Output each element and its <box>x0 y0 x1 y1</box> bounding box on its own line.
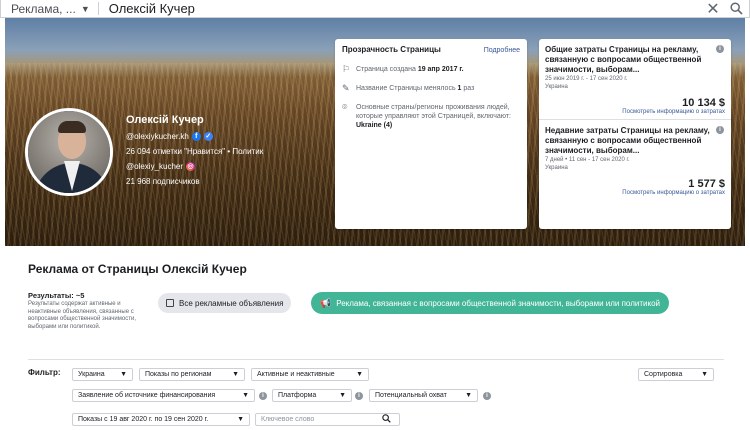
results-count: Результаты: ~5 <box>28 291 85 300</box>
recent-spend-block: Недавние затраты Страницы на рекламу, св… <box>539 119 731 200</box>
total-spend-title: Общие затраты Страницы на рекламу, связа… <box>545 45 702 74</box>
chevron-down-icon: ▼ <box>80 3 90 14</box>
total-spend-block: Общие затраты Страницы на рекламу, связа… <box>539 39 731 119</box>
created-date: 19 апр 2017 г. <box>417 66 464 73</box>
filters-divider <box>28 359 724 360</box>
name-change-row: ✎ Название Страницы менялось 1 раз <box>342 83 475 93</box>
tab-political-ads-label: Реклама, связанная с вопросами обществен… <box>336 298 660 308</box>
tab-political-ads[interactable]: 📢 Реклама, связанная с вопросами обществ… <box>311 292 669 314</box>
total-spend-region: Украина <box>545 84 568 90</box>
info-icon[interactable]: i <box>483 392 491 400</box>
disclaimer-dropdown[interactable]: Заявление об источнике финансирования ▼ <box>72 389 255 402</box>
chevron-down-icon: ▼ <box>237 416 244 423</box>
verified-badge-icon: ✓ <box>203 132 213 141</box>
platform-dropdown[interactable]: Платформа ▼ <box>272 389 352 402</box>
page-name: Олексій Кучер <box>126 114 204 126</box>
megaphone-icon: 📢 <box>320 297 332 308</box>
info-icon[interactable]: i <box>259 392 267 400</box>
instagram-icon: ◎ <box>186 162 196 171</box>
page-likes-category: 26 094 отметки "Нравится" • Политик <box>126 147 264 156</box>
facebook-icon: f <box>191 132 201 141</box>
recent-spend-amount: 1 577 $ <box>688 178 725 190</box>
chevron-down-icon: ▼ <box>232 371 239 378</box>
instagram-handle[interactable]: @olexiy_kucher <box>126 162 183 171</box>
search-input[interactable]: Олексій Кучер <box>99 1 703 16</box>
chevron-down-icon: ▼ <box>339 392 346 399</box>
chevron-down-icon: ▼ <box>701 371 708 378</box>
page-handle[interactable]: @olexiykucher.kh <box>126 132 189 141</box>
keyword-search-input[interactable]: Ключевое слово <box>255 413 400 426</box>
instagram-row: @olexiy_kucher ◎ <box>126 162 263 171</box>
transparency-more-link[interactable]: Подробнее <box>484 47 520 54</box>
info-icon[interactable]: i <box>716 45 724 53</box>
total-spend-amount: 10 134 $ <box>682 97 725 109</box>
country-dropdown[interactable]: Украина ▼ <box>72 368 133 381</box>
page-avatar[interactable] <box>25 108 113 196</box>
chevron-down-icon: ▼ <box>356 371 363 378</box>
results-summary: Результаты: ~5 Результаты содержат актив… <box>28 291 146 331</box>
chevron-down-icon: ▼ <box>465 392 472 399</box>
clear-search-icon[interactable]: ✕ <box>703 0 723 19</box>
total-spend-link[interactable]: Посмотреть информацию о затратах <box>545 109 725 115</box>
page-created-row: ⚐ Страница создана 19 апр 2017 г. <box>342 64 464 74</box>
countries-row: ⌾ Основные страны/регионы проживания люд… <box>342 102 511 130</box>
flag-icon: ⚐ <box>342 64 351 74</box>
date-range-dropdown[interactable]: Показы с 19 авг 2020 г. по 19 сен 2020 г… <box>72 413 250 426</box>
search-icon <box>382 414 391 425</box>
ad-square-icon <box>166 299 174 307</box>
page-handle-row: @olexiykucher.kh f ✓ <box>126 132 263 141</box>
total-spend-period: 25 июн 2019 г. - 17 сен 2020 г. <box>545 76 628 82</box>
tab-all-ads[interactable]: Все рекламные объявления <box>158 293 292 313</box>
search-bar: Реклама, ... ▼ Олексій Кучер ✕ <box>0 0 750 18</box>
sort-dropdown[interactable]: Сортировка ▼ <box>638 368 714 381</box>
recent-spend-link[interactable]: Посмотреть информацию о затратах <box>545 190 725 196</box>
search-icon[interactable] <box>723 2 749 15</box>
recent-spend-title: Недавние затраты Страницы на рекламу, св… <box>545 126 710 155</box>
chevron-down-icon: ▼ <box>120 371 127 378</box>
followers-count: 21 968 подписчиков <box>126 177 200 186</box>
transparency-title: Прозрачность Страницы <box>342 45 441 54</box>
search-scope-label: Реклама, ... <box>11 1 76 16</box>
search-scope-dropdown[interactable]: Реклама, ... ▼ <box>1 0 98 17</box>
filter-label: Фильтр: <box>28 368 61 377</box>
recent-spend-period: 7 дней • 11 сен - 17 сен 2020 г. <box>545 157 630 163</box>
recent-spend-region: Украина <box>545 165 568 171</box>
impressions-region-dropdown[interactable]: Показы по регионам ▼ <box>139 368 245 381</box>
info-icon[interactable]: i <box>355 392 363 400</box>
reach-dropdown[interactable]: Потенциальный охват ▼ <box>369 389 478 402</box>
results-description: Результаты содержат активные и неактивны… <box>28 301 137 330</box>
ad-spend-card: Общие затраты Страницы на рекламу, связа… <box>539 39 731 229</box>
page-cover-banner: Олексій Кучер @olexiykucher.kh f ✓ 26 09… <box>5 18 745 246</box>
edit-icon: ✎ <box>342 83 350 93</box>
info-icon[interactable]: i <box>716 126 724 134</box>
section-title: Реклама от Страницы Олексій Кучер <box>28 262 247 276</box>
chevron-down-icon: ▼ <box>242 392 249 399</box>
status-dropdown[interactable]: Активные и неактивные ▼ <box>251 368 369 381</box>
location-pin-icon: ⌾ <box>342 102 348 112</box>
page-transparency-card: Прозрачность Страницы Подробнее ⚐ Страни… <box>335 39 527 229</box>
tab-all-ads-label: Все рекламные объявления <box>179 298 284 308</box>
page-profile-info: Олексій Кучер @olexiykucher.kh f ✓ 26 09… <box>126 114 263 192</box>
